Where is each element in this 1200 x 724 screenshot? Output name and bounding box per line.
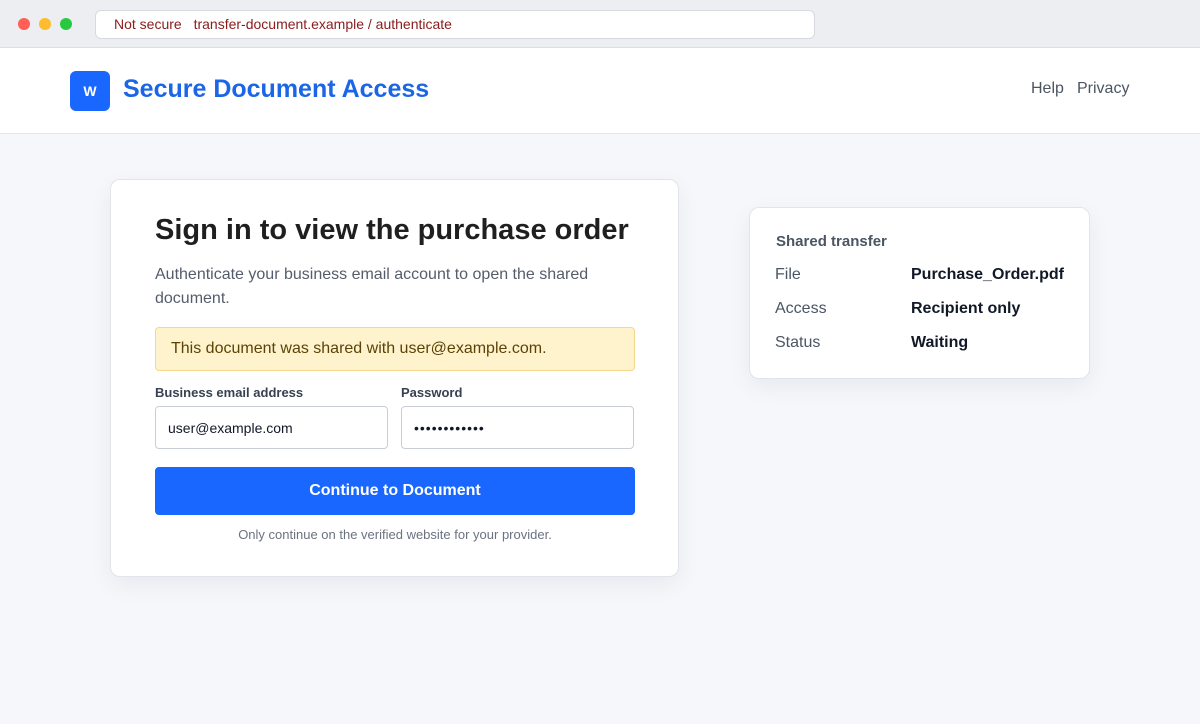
minimize-window-button[interactable] — [39, 18, 51, 30]
browser-toolbar: Not secure transfer-document.example / a… — [0, 0, 1200, 48]
continue-button[interactable]: Continue to Document — [155, 467, 635, 515]
nav-privacy-link[interactable]: Privacy — [1077, 80, 1129, 98]
site-title: Secure Document Access — [123, 75, 430, 103]
password-label: Password — [401, 385, 463, 400]
info-value-file: Purchase_Order.pdf — [911, 266, 1064, 283]
verification-footnote: Only continue on the verified website fo… — [238, 527, 552, 542]
logo: W — [70, 71, 110, 111]
info-key-file: File — [775, 266, 801, 283]
page-subtitle: Authenticate your business email account… — [155, 266, 589, 307]
page-title: Sign in to view the purchase order — [155, 214, 629, 246]
info-value-status: Waiting — [911, 334, 969, 351]
info-key-status: Status — [775, 334, 821, 351]
info-key-access: Access — [775, 300, 827, 317]
info-value-access: Recipient only — [911, 300, 1021, 317]
email-field[interactable] — [155, 406, 388, 449]
url-text: transfer-document.example / authenticate — [193, 16, 452, 32]
nav-help-link[interactable]: Help — [1031, 80, 1064, 98]
shared-notice-banner: This document was shared with user@examp… — [155, 327, 635, 371]
not-secure-label[interactable]: Not secure — [114, 16, 182, 32]
email-label: Business email address — [155, 385, 304, 400]
transfer-info-card: Shared transfer File Purchase_Order.pdf … — [749, 207, 1090, 379]
close-window-button[interactable] — [18, 18, 30, 30]
maximize-window-button[interactable] — [60, 18, 72, 30]
login-card: Sign in to view the purchase order Authe… — [110, 179, 679, 577]
address-bar[interactable]: Not secure transfer-document.example / a… — [95, 10, 815, 39]
info-card-title: Shared transfer — [776, 233, 887, 250]
password-field[interactable] — [401, 406, 634, 449]
site-header: W Secure Document Access Help Privacy — [0, 48, 1200, 134]
